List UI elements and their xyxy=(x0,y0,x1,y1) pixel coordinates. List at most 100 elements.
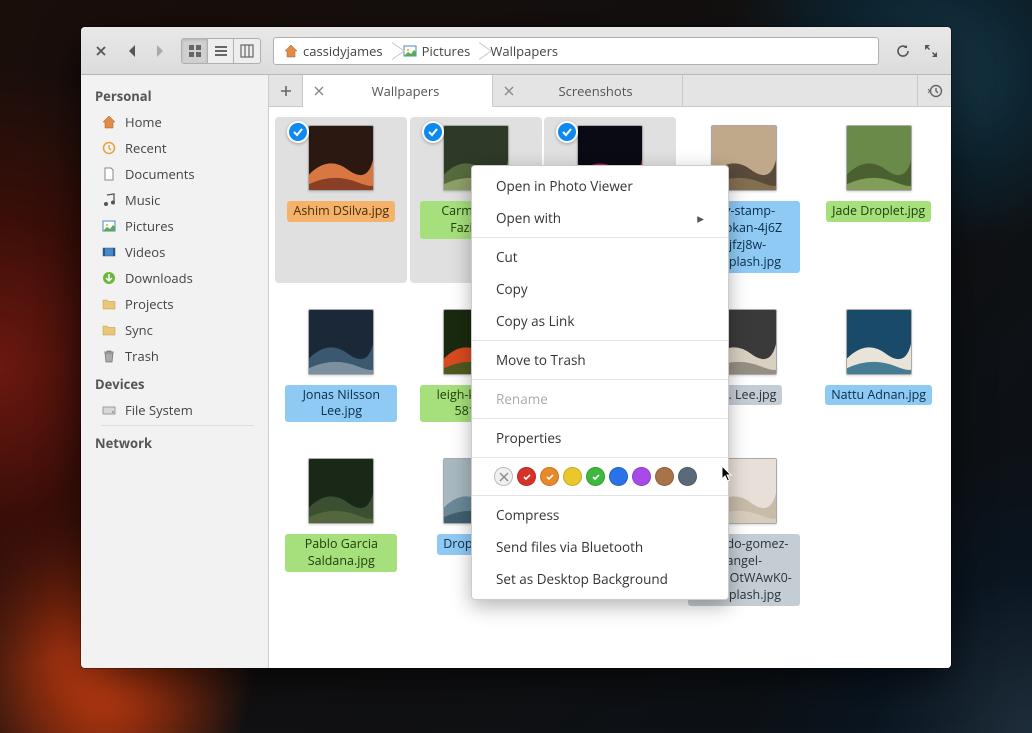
menu-separator xyxy=(472,457,728,458)
sidebar-item-sync[interactable]: Sync xyxy=(81,317,268,343)
view-switcher xyxy=(181,38,261,64)
tab-wallpapers[interactable]: Wallpapers xyxy=(303,75,493,107)
color-tag-none[interactable] xyxy=(494,467,513,486)
sidebar-item-label: Projects xyxy=(125,295,174,313)
sidebar-item-videos[interactable]: Videos xyxy=(81,239,268,265)
file-name-label: Nattu Adnan.jpg xyxy=(825,385,932,406)
breadcrumb-pictures[interactable]: Pictures xyxy=(393,38,481,64)
context-menu: Open in Photo Viewer Open with ▸ Cut Copy Cop… xyxy=(471,165,729,600)
menu-separator xyxy=(472,340,728,341)
color-tag-dot[interactable] xyxy=(632,467,651,486)
sidebar-item-label: Recent xyxy=(125,139,166,157)
close-button[interactable] xyxy=(89,39,113,63)
menu-item-move-to-trash[interactable]: Move to Trash xyxy=(472,344,728,376)
sidebar-item-file-system[interactable]: File System xyxy=(81,397,268,423)
menu-item-compress[interactable]: Compress xyxy=(472,499,728,531)
breadcrumb-label: cassidyjames xyxy=(303,42,383,60)
color-tag-dot[interactable] xyxy=(655,467,674,486)
sidebar: PersonalHome Recent Documents Music Pictures… xyxy=(81,75,269,668)
recent-icon xyxy=(101,140,117,156)
view-columns-button[interactable] xyxy=(234,39,260,63)
close-tab-icon[interactable] xyxy=(501,83,517,99)
sidebar-item-documents[interactable]: Documents xyxy=(81,161,268,187)
file-name-label: Jonas Nilsson Lee.jpg xyxy=(285,385,397,423)
tab-bar: Wallpapers Screenshots xyxy=(269,75,951,107)
menu-item-send-files-via-bluetooth[interactable]: Send files via Bluetooth xyxy=(472,531,728,563)
menu-item-label: Cut xyxy=(496,248,518,266)
menu-item-properties[interactable]: Properties xyxy=(472,422,728,454)
file-name-label: Ashim DSilva.jpg xyxy=(287,201,395,222)
menu-item-copy-as-link[interactable]: Copy as Link xyxy=(472,305,728,337)
maximize-button[interactable] xyxy=(919,39,943,63)
sidebar-item-label: Documents xyxy=(125,165,195,183)
refresh-button[interactable] xyxy=(891,39,915,63)
sidebar-section-devices: Devices xyxy=(81,369,268,397)
file-item[interactable]: Jonas Nilsson Lee.jpg xyxy=(275,301,407,433)
sidebar-section-network: Network xyxy=(81,428,268,456)
menu-item-label: Compress xyxy=(496,506,559,524)
selected-check-icon xyxy=(287,121,309,143)
color-tag-dot[interactable] xyxy=(563,467,582,486)
sidebar-item-music[interactable]: Music xyxy=(81,187,268,213)
color-tag-dot[interactable] xyxy=(517,467,536,486)
breadcrumb-bar: cassidyjames Pictures Wallpapers xyxy=(273,37,879,65)
menu-separator xyxy=(472,379,728,380)
tab-label: Wallpapers xyxy=(327,82,484,100)
breadcrumb-wallpapers[interactable]: Wallpapers xyxy=(480,38,568,64)
menu-separator xyxy=(472,418,728,419)
color-tag-dot[interactable] xyxy=(586,467,605,486)
menu-item-label: Open in Photo Viewer xyxy=(496,177,633,195)
sidebar-item-label: Videos xyxy=(125,243,165,261)
sidebar-item-downloads[interactable]: Downloads xyxy=(81,265,268,291)
trash-icon xyxy=(101,348,117,364)
menu-item-label: Properties xyxy=(496,429,561,447)
sidebar-item-label: File System xyxy=(125,401,193,419)
view-list-button[interactable] xyxy=(208,39,234,63)
close-tab-icon[interactable] xyxy=(311,83,327,99)
sidebar-section-personal: Personal xyxy=(81,81,268,109)
menu-item-open-in-photo-viewer[interactable]: Open in Photo Viewer xyxy=(472,170,728,202)
menu-item-label: Send files via Bluetooth xyxy=(496,538,643,556)
file-item[interactable]: Ashim DSilva.jpg xyxy=(275,117,407,283)
color-tag-dot[interactable] xyxy=(540,467,559,486)
forward-button[interactable] xyxy=(147,39,171,63)
menu-item-open-with[interactable]: Open with ▸ xyxy=(472,202,728,234)
tab-label: Screenshots xyxy=(517,82,674,100)
color-tag-dot[interactable] xyxy=(609,467,628,486)
menu-item-label: Open with xyxy=(496,209,561,227)
menu-item-cut[interactable]: Cut xyxy=(472,241,728,273)
sidebar-item-label: Pictures xyxy=(125,217,174,235)
music-icon xyxy=(101,192,117,208)
color-tag-dot[interactable] xyxy=(678,467,697,486)
titlebar: cassidyjames Pictures Wallpapers xyxy=(81,27,951,75)
menu-item-set-as-desktop-background[interactable]: Set as Desktop Background xyxy=(472,563,728,595)
menu-item-label: Copy xyxy=(496,280,528,298)
file-item[interactable]: Jade Droplet.jpg xyxy=(813,117,945,283)
breadcrumb-cassidyjames[interactable]: cassidyjames xyxy=(274,38,393,64)
sidebar-item-recent[interactable]: Recent xyxy=(81,135,268,161)
sidebar-item-label: Downloads xyxy=(125,269,193,287)
sidebar-item-projects[interactable]: Projects xyxy=(81,291,268,317)
folder-icon xyxy=(101,322,117,338)
view-icons-button[interactable] xyxy=(182,39,208,63)
breadcrumb-label: Pictures xyxy=(422,42,471,60)
tab-history-button[interactable] xyxy=(917,75,951,106)
sidebar-item-home[interactable]: Home xyxy=(81,109,268,135)
folder-icon xyxy=(101,296,117,312)
tab-screenshots[interactable]: Screenshots xyxy=(493,75,683,106)
new-tab-button[interactable] xyxy=(269,75,303,106)
file-item[interactable]: Nattu Adnan.jpg xyxy=(813,301,945,433)
file-item[interactable]: Pablo Garcia Saldana.jpg xyxy=(275,450,407,616)
sidebar-item-label: Music xyxy=(125,191,160,209)
videos-icon xyxy=(101,244,117,260)
breadcrumb-label: Wallpapers xyxy=(490,42,558,60)
menu-separator xyxy=(472,495,728,496)
back-button[interactable] xyxy=(121,39,145,63)
sidebar-item-trash[interactable]: Trash xyxy=(81,343,268,369)
file-name-label: Pablo Garcia Saldana.jpg xyxy=(285,534,397,572)
sidebar-item-pictures[interactable]: Pictures xyxy=(81,213,268,239)
pictures-icon xyxy=(101,218,117,234)
menu-item-copy[interactable]: Copy xyxy=(472,273,728,305)
menu-item-label: Move to Trash xyxy=(496,351,586,369)
submenu-arrow-icon: ▸ xyxy=(697,209,704,227)
